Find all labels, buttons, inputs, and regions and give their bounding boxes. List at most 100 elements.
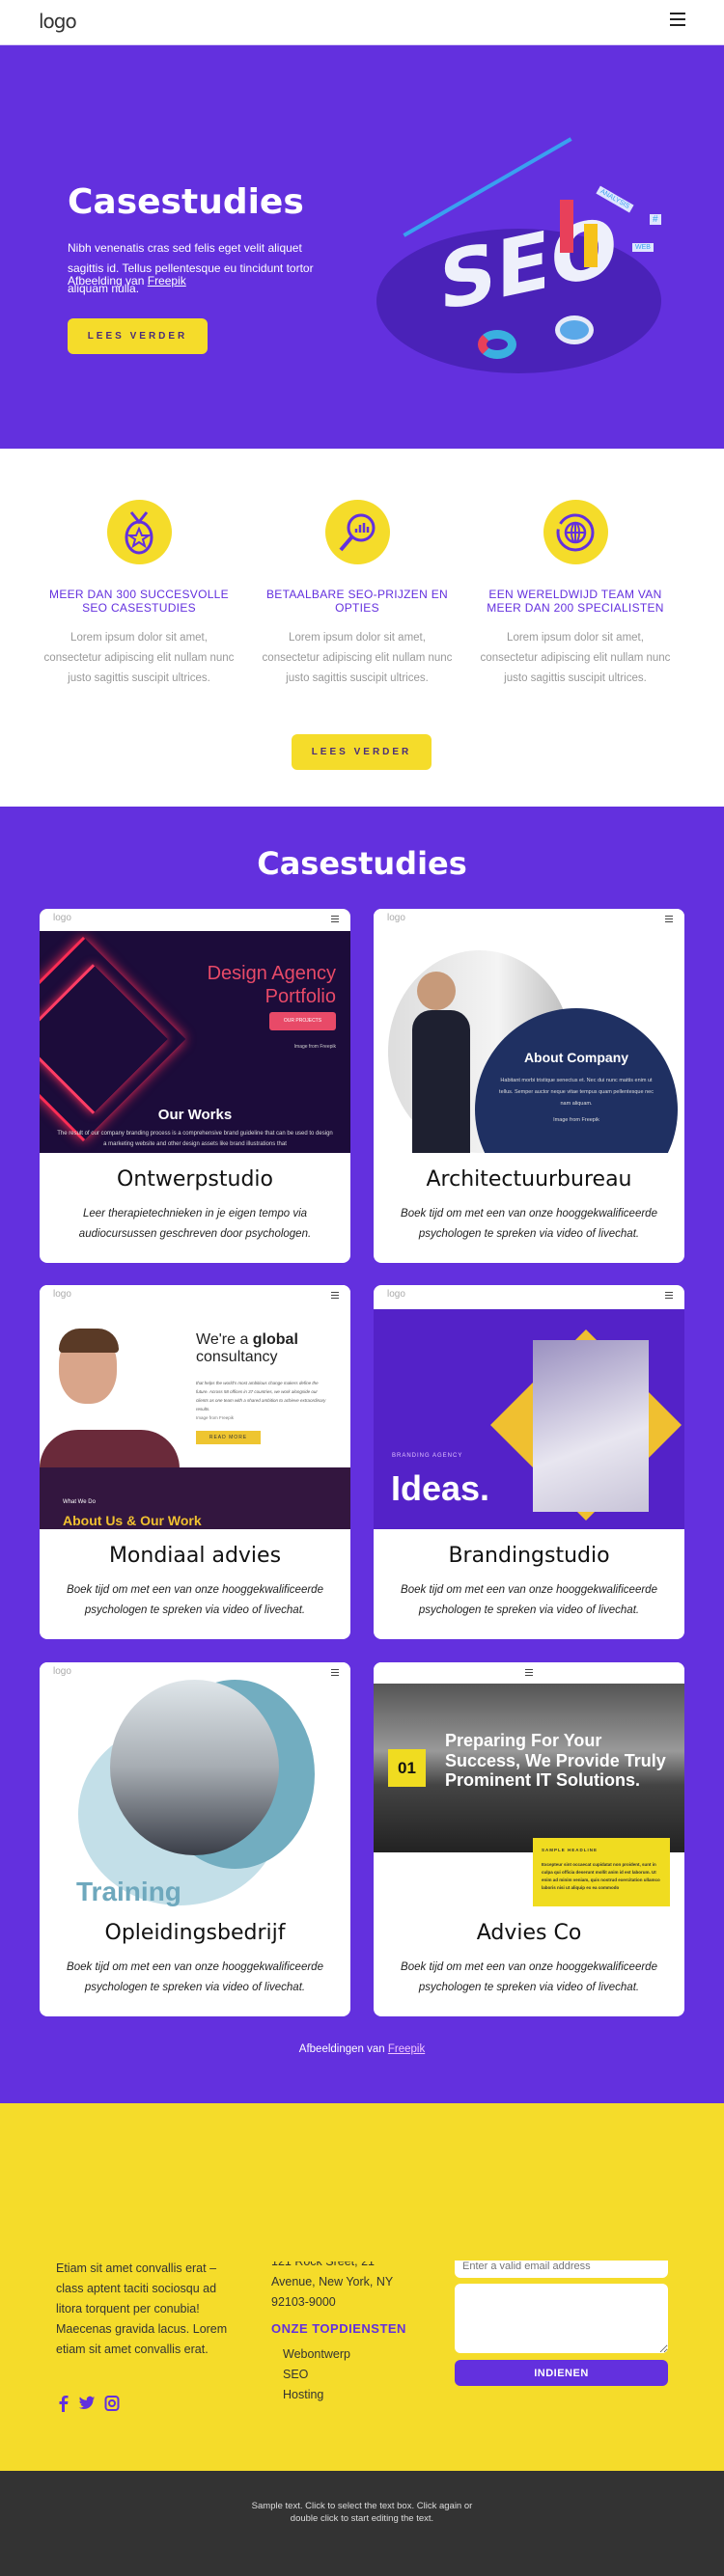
service-item[interactable]: Webontwerp bbox=[283, 2344, 350, 2365]
footer-about-text: Etiam sit amet convallis erat – class ap… bbox=[56, 2261, 228, 2356]
shot-number: 01 bbox=[388, 1749, 426, 1787]
case-card-architectuurbureau[interactable]: About Company Habitant morbi tristique s… bbox=[374, 909, 684, 1263]
shot-button: OUR PROJECTS bbox=[269, 1012, 336, 1030]
card-title: Brandingstudio bbox=[448, 1544, 610, 1568]
card-title: Mondiaal advies bbox=[108, 1544, 282, 1568]
hamburger-icon[interactable] bbox=[670, 13, 685, 26]
shot-credit: Image from Freepik bbox=[293, 1044, 336, 1050]
features-section: MEER DAN 300 SUCCESVOLLE SEO CASESTUDIES… bbox=[0, 449, 724, 807]
feature-item: EEN WERELDWIJD TEAM VAN MEER DAN 200 SPE… bbox=[479, 500, 672, 689]
contact-footer: Etiam sit amet convallis erat – class ap… bbox=[0, 2103, 724, 2471]
facebook-icon[interactable] bbox=[56, 2395, 70, 2412]
case-card-mondiaal-advies[interactable]: We're a global consultancy that helps the… bbox=[40, 1285, 350, 1639]
globe-icon bbox=[543, 500, 608, 564]
section-title: Casestudies bbox=[257, 845, 467, 882]
shot-body: The result of our company branding proce… bbox=[57, 1131, 333, 1147]
shot-kicker: What We Do bbox=[63, 1499, 96, 1505]
instagram-icon[interactable] bbox=[104, 2395, 120, 2412]
hamburger-icon bbox=[665, 916, 673, 922]
medal-icon bbox=[106, 500, 172, 564]
features-read-more-button[interactable]: LEES VERDER bbox=[292, 734, 432, 770]
read-more-button[interactable]: LEES VERDER bbox=[68, 318, 208, 354]
hero-text: Nibh venenatis cras sed felis eget velit… bbox=[68, 241, 314, 295]
shot-body: that helps the world's most ambitious ch… bbox=[196, 1381, 326, 1411]
submit-button[interactable]: INDIENEN bbox=[455, 2360, 668, 2386]
card-title: Architectuurbureau bbox=[426, 1167, 632, 1192]
case-screenshot: About Company Habitant morbi tristique s… bbox=[374, 909, 684, 1153]
case-screenshot: Training logo bbox=[40, 1662, 350, 1906]
freepik-link[interactable]: Freepik bbox=[148, 274, 186, 288]
sample-text[interactable]: Sample text. Click to select the text bo… bbox=[241, 2500, 483, 2525]
email-input[interactable] bbox=[455, 2261, 668, 2278]
feature-text: Lorem ipsum dolor sit amet, consectetur … bbox=[43, 632, 235, 684]
case-card-ontwerpstudio[interactable]: Design Agency Portfolio OUR PROJECTS Ima… bbox=[40, 909, 350, 1263]
shot-headline: Training bbox=[76, 1877, 181, 1906]
headline-bold: global bbox=[252, 1331, 298, 1348]
case-card-advies-co[interactable]: 01 Preparing For Your Success, We Provid… bbox=[374, 1662, 684, 2016]
hamburger-icon bbox=[331, 1669, 339, 1676]
hero-credit: Afbeelding van Freepik bbox=[68, 274, 186, 288]
casestudies-section: Casestudies Design Agency Portfolio OUR … bbox=[0, 807, 724, 2103]
card-title: Advies Co bbox=[476, 1921, 582, 1945]
shot-section: Our Works bbox=[157, 1107, 233, 1123]
shot-headline: Ideas. bbox=[391, 1468, 490, 1508]
card-title: Ontwerpstudio bbox=[117, 1167, 273, 1192]
feature-title: BETAALBARE SEO-PRIJZEN EN OPTIES bbox=[266, 588, 448, 615]
case-screenshot: BRANDING AGENCY Ideas. logo bbox=[374, 1285, 684, 1529]
mini-logo: logo bbox=[387, 913, 405, 923]
shot-credit: Image from Freepik bbox=[196, 1415, 235, 1420]
case-screenshot: Design Agency Portfolio OUR PROJECTS Ima… bbox=[40, 909, 350, 1153]
mini-logo: logo bbox=[53, 1666, 71, 1677]
headline-part: consultancy bbox=[196, 1349, 278, 1365]
card-text: Boek tijd om met een van onze hooggekwal… bbox=[401, 1208, 657, 1240]
mini-logo: logo bbox=[387, 1289, 405, 1300]
message-textarea[interactable] bbox=[455, 2284, 668, 2353]
bottom-bar: Sample text. Click to select the text bo… bbox=[0, 2471, 724, 2576]
shot-headline: Preparing For Your Success, We Provide T… bbox=[445, 1731, 666, 1790]
logo[interactable]: logo bbox=[39, 10, 77, 33]
hash-tag: # bbox=[650, 214, 661, 225]
hamburger-icon bbox=[331, 1292, 339, 1299]
feature-text: Lorem ipsum dolor sit amet, consectetur … bbox=[480, 632, 671, 684]
feature-title: EEN WERELDWIJD TEAM VAN MEER DAN 200 SPE… bbox=[487, 588, 664, 615]
services-title: ONZE TOPDIENSTEN bbox=[271, 2321, 406, 2336]
shot-credit: Image from Freepik bbox=[553, 1117, 599, 1123]
freepik-link[interactable]: Freepik bbox=[388, 2043, 425, 2055]
services-list: Webontwerp SEO Hosting bbox=[283, 2344, 350, 2405]
case-card-brandingstudio[interactable]: BRANDING AGENCY Ideas. logo Brandingstud… bbox=[374, 1285, 684, 1639]
feature-item: MEER DAN 300 SUCCESVOLLE SEO CASESTUDIES… bbox=[42, 500, 236, 689]
shot-body: Habitant morbi tristique senectus et. Ne… bbox=[499, 1078, 654, 1107]
shot-button: READ MORE bbox=[196, 1431, 261, 1444]
shot-body: Excepteur sint occaecat cupidatat non pr… bbox=[542, 1862, 660, 1890]
card-text: Boek tijd om met een van onze hooggekwal… bbox=[401, 1961, 657, 1993]
hamburger-icon bbox=[525, 1669, 533, 1676]
credit-prefix: Afbeeldingen van bbox=[298, 2043, 388, 2055]
mini-logo: logo bbox=[53, 913, 71, 923]
footer-address: 121 Rock Sreet, 21 Avenue, New York, NY … bbox=[271, 2255, 394, 2309]
card-text: Boek tijd om met een van onze hooggekwal… bbox=[67, 1961, 323, 1993]
feature-item: BETAALBARE SEO-PRIJZEN EN OPTIES Lorem i… bbox=[261, 500, 454, 689]
case-screenshot: 01 Preparing For Your Success, We Provid… bbox=[374, 1662, 684, 1906]
card-text: Boek tijd om met een van onze hooggekwal… bbox=[67, 1584, 323, 1616]
service-item[interactable]: SEO bbox=[283, 2365, 350, 2385]
shot-yellow-box: SAMPLE HEADLINE Excepteur sint occaecat … bbox=[533, 1838, 670, 1906]
twitter-icon[interactable] bbox=[78, 2395, 96, 2412]
seo-illustration: SEO ANALYSIS # WEB bbox=[372, 137, 666, 373]
web-tag: WEB bbox=[632, 243, 654, 252]
hamburger-icon bbox=[665, 1292, 673, 1299]
service-item[interactable]: Hosting bbox=[283, 2385, 350, 2405]
case-screenshot: We're a global consultancy that helps the… bbox=[40, 1285, 350, 1529]
shot-kicker: BRANDING AGENCY bbox=[392, 1453, 463, 1459]
hero-section: Casestudies Nibh venenatis cras sed feli… bbox=[0, 45, 724, 449]
hero-title: Casestudies bbox=[68, 182, 304, 222]
card-text: Boek tijd om met een van onze hooggekwal… bbox=[401, 1584, 657, 1616]
case-card-opleidingsbedrijf[interactable]: Training logo Opleidingsbedrijf Boek tij… bbox=[40, 1662, 350, 2016]
feature-title: MEER DAN 300 SUCCESVOLLE SEO CASESTUDIES bbox=[49, 588, 229, 615]
shot-kicker: SAMPLE HEADLINE bbox=[542, 1848, 599, 1852]
site-header: logo bbox=[0, 0, 724, 45]
card-title: Opleidingsbedrijf bbox=[104, 1921, 286, 1945]
shot-headline: We're a global consultancy bbox=[196, 1331, 298, 1366]
card-text: Leer therapietechnieken in je eigen temp… bbox=[78, 1208, 312, 1240]
images-credit: Afbeeldingen van Freepik bbox=[0, 2043, 724, 2055]
shot-section: About Us & Our Work bbox=[63, 1513, 202, 1528]
